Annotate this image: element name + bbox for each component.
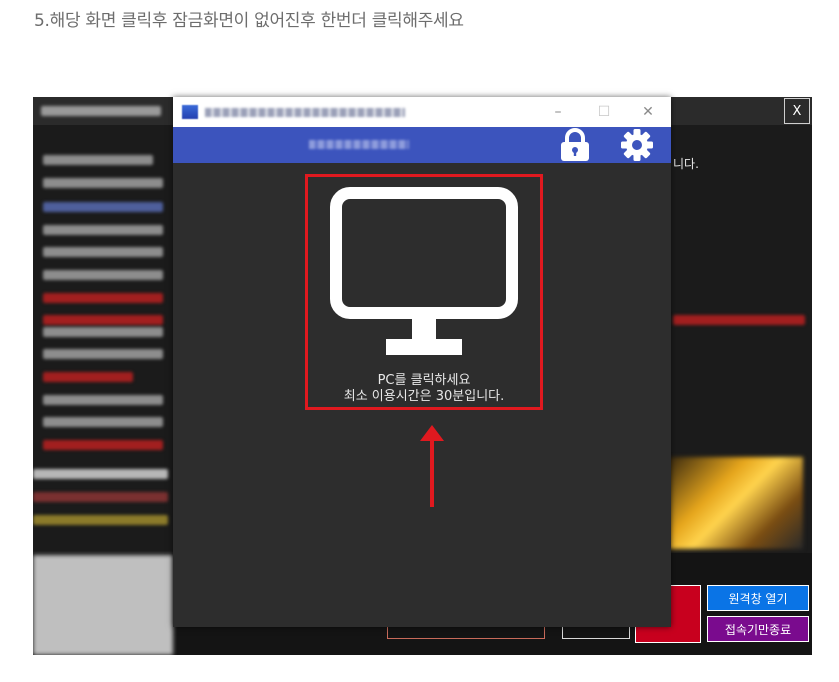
min-time-text: 최소 이용시간은 30분입니다. <box>343 389 505 404</box>
background-notice-text: 니다. <box>673 157 699 171</box>
header-blurred-text <box>309 140 409 149</box>
blurred-line <box>43 440 163 450</box>
monitor-icon <box>330 187 518 367</box>
instruction-text: 5.해당 화면 클릭후 잠금화면이 없어진후 한번더 클릭해주세요 <box>34 11 464 31</box>
arrow-up-icon <box>419 423 445 513</box>
background-close-button[interactable]: X <box>784 98 810 124</box>
blurred-line <box>43 225 163 235</box>
blurred-line <box>43 270 163 280</box>
blurred-line <box>43 315 163 325</box>
click-instruction: PC를 클릭하세요 최소 이용시간은 30분입니다. <box>308 373 540 405</box>
blurred-line <box>43 327 163 337</box>
blurred-info-block <box>33 555 173 655</box>
lock-window[interactable]: – ☐ ✕ PC를 클릭하세요 최소 이용시간은 30분입니다. <box>173 97 671 627</box>
blurred-line <box>43 395 163 405</box>
blurred-line <box>673 315 805 325</box>
blurred-line <box>43 247 163 257</box>
app-icon <box>182 105 198 119</box>
window-titlebar[interactable]: – ☐ ✕ <box>173 97 671 127</box>
blurred-line <box>33 469 168 479</box>
pc-click-area[interactable]: PC를 클릭하세요 최소 이용시간은 30분입니다. <box>305 174 543 410</box>
blurred-line <box>43 293 163 303</box>
lock-icon[interactable] <box>557 128 593 166</box>
maximize-button[interactable]: ☐ <box>591 100 617 124</box>
gear-icon[interactable] <box>617 128 657 166</box>
blurred-line <box>43 178 163 188</box>
disconnect-button[interactable]: 접속기만종료 <box>707 616 809 642</box>
close-button[interactable]: ✕ <box>635 100 661 124</box>
blurred-title <box>41 106 161 116</box>
blurred-line <box>43 372 133 382</box>
click-prompt-text: PC를 클릭하세요 <box>377 373 471 388</box>
remote-window-button[interactable]: 원격창 열기 <box>707 585 809 611</box>
blurred-line <box>43 155 153 165</box>
blurred-line <box>33 515 168 525</box>
minimize-button[interactable]: – <box>545 100 571 124</box>
blurred-line <box>43 202 163 212</box>
blurred-line <box>43 349 163 359</box>
blurred-line <box>33 492 168 502</box>
lock-header-bar <box>173 127 671 163</box>
blurred-thumbnail <box>669 457 803 549</box>
blurred-line <box>43 417 163 427</box>
window-title-blurred <box>205 108 405 117</box>
